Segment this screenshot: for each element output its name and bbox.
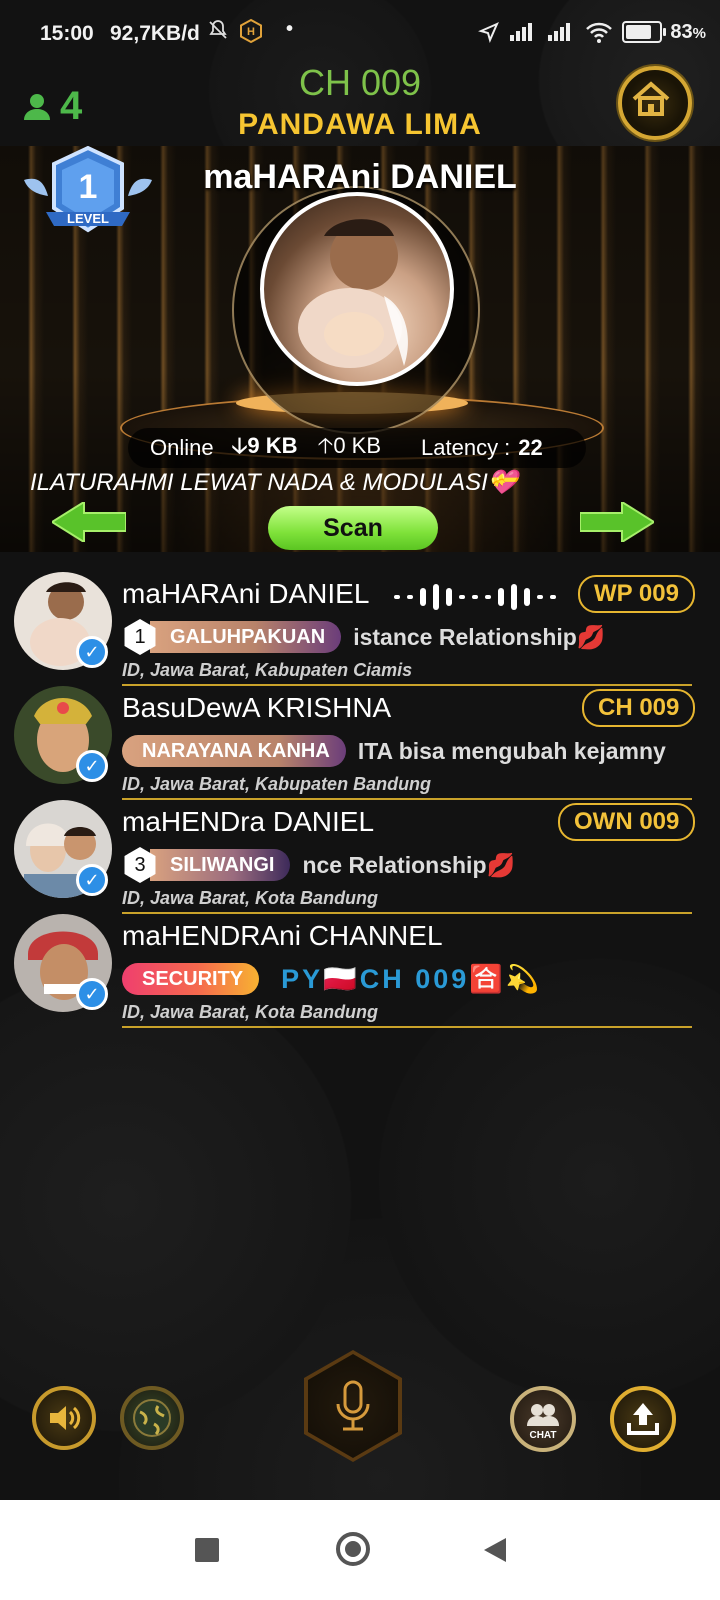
- globe-icon: [133, 1399, 171, 1437]
- prev-arrow-icon[interactable]: [52, 502, 126, 542]
- group-pill: NARAYANA KANHA: [122, 735, 346, 767]
- list-item[interactable]: ✓ maHENDra DANIEL OWN 009 3 SILIWANGI nc…: [0, 798, 720, 914]
- upload-stat: 🡡0 KB: [317, 433, 382, 458]
- room-name: PANDAWA LIMA: [238, 108, 482, 141]
- status-right-icons: 83%: [478, 20, 706, 44]
- battery-icon: [622, 21, 667, 43]
- latency-label: Latency :: [421, 435, 511, 460]
- host-avatar[interactable]: [260, 192, 454, 386]
- download-stat: 🡣9 KB: [231, 433, 298, 458]
- level-badge: 1 LEVEL: [20, 146, 156, 246]
- upload-tray-icon: [627, 1403, 659, 1435]
- globe-button[interactable]: [120, 1386, 184, 1450]
- battery-percent: 83%: [670, 20, 706, 43]
- home-icon: [632, 81, 670, 116]
- svg-text:LEVEL: LEVEL: [67, 211, 109, 226]
- signal-icon: [510, 23, 533, 41]
- list-item[interactable]: ✓ BasuDewA KRISHNA CH 009 NARAYANA KANHA…: [0, 684, 720, 800]
- back-button[interactable]: [484, 1538, 506, 1562]
- app-hex-icon: H: [240, 18, 262, 44]
- member-location: ID, Jawa Barat, Kabupaten Bandung: [122, 774, 432, 794]
- network-speed: 92,7KB/d: [110, 22, 200, 45]
- dot-icon: •: [286, 18, 294, 40]
- chat-button[interactable]: CHAT: [510, 1386, 576, 1452]
- scan-button[interactable]: Scan: [268, 506, 438, 550]
- verified-check-icon: ✓: [76, 978, 108, 1010]
- home-button[interactable]: [618, 66, 692, 140]
- status-time: 15:00: [40, 22, 94, 45]
- member-location: ID, Jawa Barat, Kota Bandung: [122, 888, 379, 908]
- chat-users-icon: CHAT: [527, 1404, 559, 1441]
- host-stage: maHARAni DANIEL 1 LEVEL Online 🡣9 KB 🡡0 …: [0, 146, 720, 552]
- member-name: maHENDRAni CHANNEL: [122, 920, 443, 951]
- member-location: ID, Jawa Barat, Kota Bandung: [122, 1002, 379, 1022]
- member-info-line: 1 GALUHPAKUAN istance Relationship💋: [122, 619, 623, 655]
- member-bio: PY🇵🇱CH 009🈴💫: [281, 964, 543, 994]
- svg-text:H: H: [247, 26, 255, 38]
- level-shield-icon: 1 LEVEL: [24, 146, 152, 233]
- home-nav-button[interactable]: [336, 1532, 370, 1566]
- verified-check-icon: ✓: [76, 750, 108, 782]
- signal-icon-2: [548, 23, 571, 41]
- group-pill: SILIWANGI: [150, 849, 291, 881]
- svg-text:CHAT: CHAT: [529, 1430, 556, 1441]
- bell-off-icon: [209, 20, 227, 39]
- channel-id: CH 009: [298, 62, 422, 103]
- upload-button[interactable]: [610, 1386, 676, 1452]
- system-nav-bar: [0, 1500, 720, 1600]
- verified-check-icon: ✓: [76, 636, 108, 668]
- status-bar: 15:00 92,7KB/d H • 83%: [0, 0, 720, 56]
- member-info-line: SECURITY PY🇵🇱CH 009🈴💫: [122, 962, 581, 996]
- member-name: maHARAni DANIEL: [122, 578, 370, 609]
- role-tag: CH 009: [582, 689, 696, 727]
- stats-bar: Online 🡣9 KB 🡡0 KB Latency : 22: [128, 428, 586, 468]
- member-location: ID, Jawa Barat, Kabupaten Ciamis: [122, 660, 413, 680]
- app-screen: 15:00 92,7KB/d H • 83% 4 CH 009 PANDAWA …: [0, 0, 720, 1500]
- status-notif-icons: H •: [206, 18, 293, 44]
- member-info-line: NARAYANA KANHA ITA bisa mengubah kejamny: [122, 734, 678, 768]
- speaking-wave-icon: [394, 584, 556, 610]
- announcement-marquee: ILATURAHMI LEWAT NADA & MODULASI💝: [30, 469, 518, 496]
- member-name: BasuDewA KRISHNA: [122, 692, 392, 723]
- member-name: maHENDra DANIEL: [122, 806, 375, 837]
- location-arrow-icon: [478, 22, 500, 43]
- member-info-line: 3 SILIWANGI nce Relationship💋: [122, 847, 542, 883]
- list-item[interactable]: ✓ maHARAni DANIEL WP 009 1 GALUHPAKUAN i…: [0, 570, 720, 686]
- group-pill: SECURITY: [122, 963, 260, 995]
- speaker-icon: [50, 1406, 81, 1430]
- verified-check-icon: ✓: [76, 864, 108, 896]
- svg-text:1: 1: [79, 168, 98, 206]
- role-tag: OWN 009: [558, 803, 696, 841]
- group-pill: GALUHPAKUAN: [150, 621, 342, 653]
- role-tag: WP 009: [578, 575, 695, 613]
- next-arrow-icon[interactable]: [580, 502, 654, 542]
- list-item[interactable]: ✓ maHENDRAni CHANNEL SECURITY PY🇵🇱CH 009…: [0, 912, 720, 1028]
- member-bio: ITA bisa mengubah kejamny: [357, 737, 666, 764]
- member-bio: istance Relationship💋: [353, 623, 606, 650]
- row-divider: [122, 1026, 692, 1028]
- member-bio: nce Relationship💋: [302, 851, 516, 878]
- speaker-button[interactable]: [32, 1386, 96, 1450]
- wifi-icon: [586, 22, 613, 43]
- latency-value: 22: [518, 435, 543, 460]
- recents-button[interactable]: [195, 1538, 219, 1562]
- online-label: Online: [150, 435, 214, 460]
